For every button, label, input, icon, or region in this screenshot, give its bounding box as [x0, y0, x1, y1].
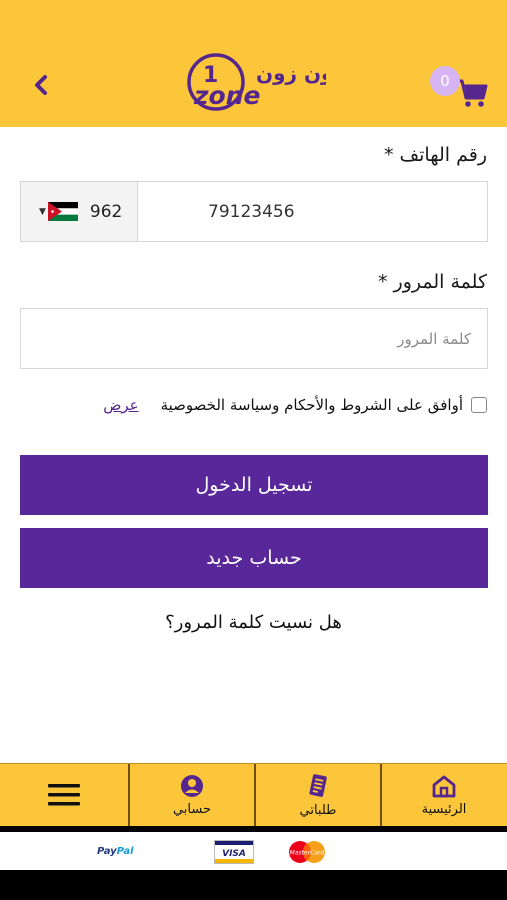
- nav-item-home[interactable]: الرئيسية: [380, 764, 506, 826]
- mastercard-logo-text: MasterCard: [290, 850, 325, 857]
- paypal-logo-pal: Pal: [116, 846, 134, 857]
- jordan-flag-icon: [47, 202, 78, 221]
- logo-word: zone: [193, 81, 260, 110]
- back-button[interactable]: [26, 70, 56, 100]
- terms-text: أوافق على الشروط والأحكام وسياسة الخصوصي…: [160, 396, 463, 414]
- cart-count-badge: 0: [430, 66, 460, 96]
- system-bottom-bar: [0, 870, 507, 900]
- nav-label-orders: طلباتي: [299, 802, 337, 818]
- paypal-logo-pay: Pay: [97, 846, 117, 857]
- caret-down-icon: ▼: [39, 206, 46, 217]
- phone-input[interactable]: [138, 182, 487, 241]
- visa-logo: VISA: [214, 840, 254, 864]
- paypal-logo: PayPal: [97, 846, 134, 857]
- hamburger-menu-icon: [48, 784, 80, 806]
- nav-label-home: الرئيسية: [421, 801, 467, 817]
- payment-methods-bar: PayPal VISA MasterCard: [0, 832, 507, 870]
- home-icon: [432, 775, 456, 797]
- terms-view-link[interactable]: عرض: [103, 396, 138, 414]
- mastercard-logo: MasterCard: [286, 840, 328, 864]
- bottom-navigation: حسابي طلباتي الرئيسية: [0, 763, 507, 826]
- visa-logo-text: VISA: [222, 849, 246, 859]
- register-button[interactable]: حساب جديد: [20, 528, 488, 588]
- cart-button[interactable]: 0: [430, 66, 490, 116]
- forgot-password-link[interactable]: هل نسيت كلمة المرور؟: [0, 612, 507, 633]
- orders-icon: [309, 773, 327, 797]
- app-header: 1 zone ون زون 0: [0, 0, 507, 127]
- account-icon: [181, 774, 203, 797]
- password-label: كلمة المرور *: [378, 271, 487, 293]
- chevron-left-icon: [35, 75, 47, 95]
- nav-item-account[interactable]: حسابي: [128, 764, 254, 826]
- logo-arabic: ون زون: [256, 61, 326, 85]
- nav-menu-button[interactable]: [0, 764, 128, 826]
- phone-label: رقم الهاتف *: [383, 144, 487, 166]
- nav-label-account: حسابي: [172, 801, 212, 817]
- password-input[interactable]: [20, 308, 488, 369]
- cart-icon: [457, 79, 488, 107]
- nav-item-orders[interactable]: طلباتي: [254, 764, 380, 826]
- terms-row: أوافق على الشروط والأحكام وسياسة الخصوصي…: [103, 393, 487, 417]
- terms-checkbox[interactable]: [471, 397, 487, 413]
- country-code: 962: [89, 201, 123, 222]
- country-code-selector[interactable]: ▼ 962: [21, 182, 138, 241]
- phone-field: ▼ 962: [20, 181, 488, 242]
- login-button[interactable]: تسجيل الدخول: [20, 455, 488, 515]
- one-zone-logo[interactable]: 1 zone ون زون: [186, 48, 333, 116]
